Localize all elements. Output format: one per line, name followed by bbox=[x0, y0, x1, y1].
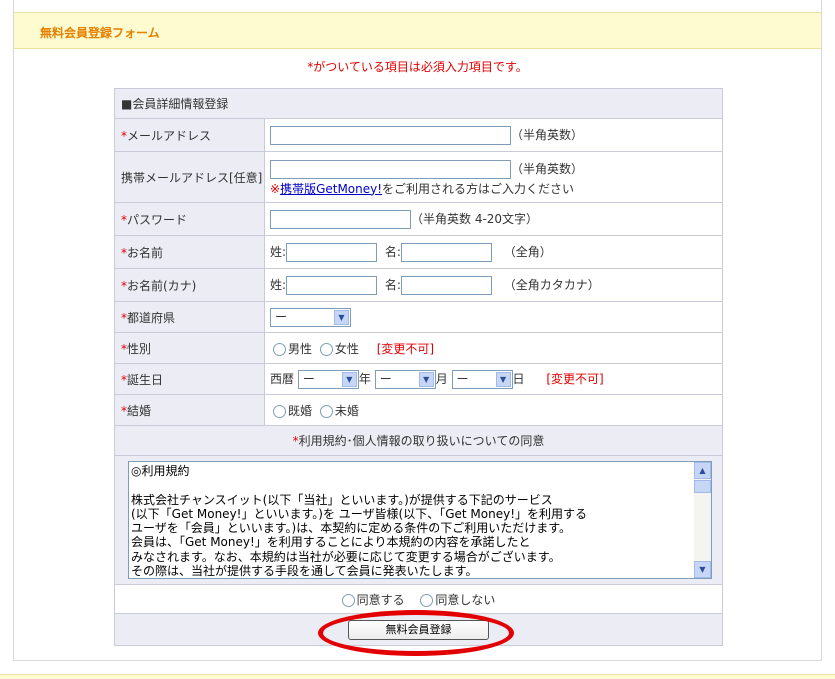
prefecture-label: 都道府県 bbox=[127, 310, 176, 325]
birthday-label: 誕生日 bbox=[127, 372, 164, 387]
first-name-field[interactable] bbox=[400, 242, 492, 262]
birth-year-selected: ー bbox=[302, 371, 315, 386]
last-name-kana-field[interactable] bbox=[286, 275, 378, 295]
name-value-cell: 姓: 名: （全角） bbox=[264, 235, 723, 269]
married-label: 既婚 bbox=[288, 403, 313, 418]
footer-bar bbox=[0, 674, 835, 679]
gender-male-radio[interactable] bbox=[273, 342, 286, 356]
unmarried-label: 未婚 bbox=[334, 403, 359, 418]
mobile-email-value-cell: （半角英数） ※携帯版GetMoney!をご利用される方はご入力ください bbox=[264, 151, 723, 203]
agreement-title-cell: *利用規約･個人情報の取り扱いについての同意 bbox=[114, 425, 723, 456]
disagree-label: 同意しない bbox=[435, 592, 496, 607]
birth-day-select[interactable]: ー ▼ bbox=[451, 369, 513, 389]
gender-label: 性別 bbox=[127, 341, 152, 356]
name-label: お名前 bbox=[127, 245, 164, 260]
section-title: ■会員詳細情報登録 bbox=[114, 88, 723, 119]
mobile-email-note: をご利用される方はご入力ください bbox=[382, 181, 575, 196]
chevron-down-icon[interactable]: ▼ bbox=[334, 309, 349, 325]
gender-male-label: 男性 bbox=[288, 341, 313, 356]
chevron-down-icon[interactable]: ▼ bbox=[341, 371, 357, 387]
prefecture-label-cell: *都道府県 bbox=[114, 301, 265, 333]
agreement-title: 利用規約･個人情報の取り扱いについての同意 bbox=[298, 434, 545, 448]
title-bar: 無料会員登録フォーム bbox=[14, 12, 821, 49]
email-value-cell: （半角英数） bbox=[264, 118, 723, 152]
name-kana-label-cell: *お名前(カナ) bbox=[114, 268, 265, 302]
mobile-email-label: 携帯メールアドレス[任意] bbox=[121, 170, 263, 185]
consent-cell: 同意する 同意しない bbox=[114, 584, 723, 614]
arrow-down-icon[interactable]: ▼ bbox=[694, 561, 711, 578]
disagree-radio[interactable] bbox=[420, 593, 434, 607]
marriage-label: 結婚 bbox=[127, 403, 152, 418]
name-hint: （全角） bbox=[503, 244, 552, 259]
month-unit: 月 bbox=[435, 371, 448, 386]
password-field[interactable] bbox=[270, 209, 411, 229]
prefecture-selected: ー bbox=[275, 309, 288, 324]
scrollbar-thumb[interactable] bbox=[694, 480, 711, 493]
last-name-field[interactable] bbox=[286, 242, 378, 262]
email-hint: （半角英数） bbox=[511, 127, 584, 142]
terms-text: ◎利用規約 株式会社チャンスイット(以下「当社」といいます。)が提供する下記のサ… bbox=[131, 464, 588, 579]
agree-radio[interactable] bbox=[341, 593, 355, 607]
submit-button[interactable]: 無料会員登録 bbox=[348, 619, 489, 640]
first-name-label: 名: bbox=[384, 244, 401, 259]
chevron-down-icon[interactable]: ▼ bbox=[418, 371, 434, 387]
married-radio[interactable] bbox=[273, 404, 286, 418]
era-label: 西暦 bbox=[270, 371, 295, 386]
terms-scrollbar[interactable]: ▲ ▼ bbox=[694, 462, 711, 578]
email-label-cell: *メールアドレス bbox=[114, 118, 265, 152]
terms-cell: ◎利用規約 株式会社チャンスイット(以下「当社」といいます。)が提供する下記のサ… bbox=[114, 455, 723, 585]
marriage-label-cell: *結婚 bbox=[114, 394, 265, 426]
birth-month-select[interactable]: ー ▼ bbox=[374, 369, 436, 389]
day-unit: 日 bbox=[512, 371, 525, 386]
birthday-label-cell: *誕生日 bbox=[114, 363, 265, 395]
note-mark: ※ bbox=[270, 181, 281, 196]
first-name-kana-field[interactable] bbox=[400, 275, 492, 295]
password-label: パスワード bbox=[127, 212, 188, 227]
year-unit: 年 bbox=[358, 371, 371, 386]
page-title: 無料会員登録フォーム bbox=[40, 26, 160, 40]
last-name-label: 姓: bbox=[270, 244, 287, 259]
required-note: *がついている項目は必須入力項目です。 bbox=[14, 58, 821, 75]
agree-label: 同意する bbox=[356, 592, 405, 607]
email-field[interactable] bbox=[270, 125, 511, 145]
terms-textarea[interactable]: ◎利用規約 株式会社チャンスイット(以下「当社」といいます。)が提供する下記のサ… bbox=[128, 461, 712, 579]
last-name-kana-label: 姓: bbox=[270, 277, 287, 292]
arrow-up-icon[interactable]: ▲ bbox=[694, 462, 711, 479]
registration-panel: 無料会員登録フォーム *がついている項目は必須入力項目です。 ■会員詳細情報登録… bbox=[13, 0, 822, 661]
gender-value-cell: 男性 女性 [変更不可] bbox=[264, 332, 723, 364]
prefecture-select[interactable]: ー ▼ bbox=[270, 307, 351, 327]
chevron-down-icon[interactable]: ▼ bbox=[495, 371, 511, 387]
first-name-kana-label: 名: bbox=[384, 277, 401, 292]
birth-day-selected: ー bbox=[456, 371, 469, 386]
mobile-email-field[interactable] bbox=[270, 159, 511, 179]
mobile-version-link[interactable]: 携帯版GetMoney! bbox=[280, 182, 382, 196]
prefecture-value-cell: ー ▼ bbox=[264, 301, 723, 333]
gender-female-label: 女性 bbox=[334, 341, 359, 356]
gender-notice: [変更不可] bbox=[376, 341, 435, 356]
birth-month-selected: ー bbox=[379, 371, 392, 386]
mobile-email-label-cell: 携帯メールアドレス[任意] bbox=[114, 151, 265, 203]
email-label: メールアドレス bbox=[127, 128, 212, 143]
password-label-cell: *パスワード bbox=[114, 202, 265, 236]
birthday-notice: [変更不可] bbox=[546, 371, 604, 386]
name-kana-hint: （全角カタカナ） bbox=[503, 277, 600, 292]
name-label-cell: *お名前 bbox=[114, 235, 265, 269]
required-note-text: がついている項目は必須入力項目です。 bbox=[313, 60, 528, 74]
gender-label-cell: *性別 bbox=[114, 332, 265, 364]
password-value-cell: （半角英数 4-20文字） bbox=[264, 202, 723, 236]
submit-cell: 無料会員登録 bbox=[114, 613, 723, 646]
unmarried-radio[interactable] bbox=[319, 404, 333, 418]
mobile-email-hint: （半角英数） bbox=[511, 161, 584, 176]
gender-female-radio[interactable] bbox=[319, 342, 333, 356]
registration-form: ■会員詳細情報登録 *メールアドレス （半角英数） 携帯メールアドレス[任意] … bbox=[114, 88, 723, 646]
password-hint: （半角英数 4-20文字） bbox=[411, 211, 539, 226]
birth-year-select[interactable]: ー ▼ bbox=[297, 369, 359, 389]
birthday-value-cell: 西暦 ー ▼ 年 ー ▼ 月 ー ▼ 日 [変更不可] bbox=[264, 363, 723, 395]
marriage-value-cell: 既婚 未婚 bbox=[264, 394, 723, 426]
name-kana-label: お名前(カナ) bbox=[127, 278, 197, 293]
name-kana-value-cell: 姓: 名: （全角カタカナ） bbox=[264, 268, 723, 302]
